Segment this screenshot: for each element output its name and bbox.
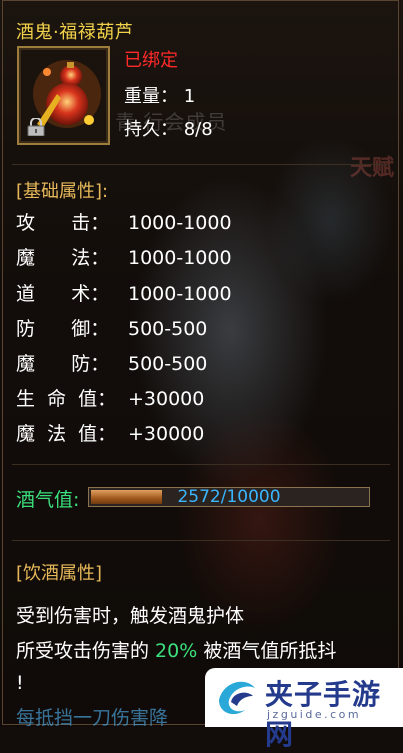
item-weight: 重量： 1 <box>124 86 196 107</box>
description-text: 所受攻击伤害的 <box>16 640 156 662</box>
wine-value-label: 酒气值: <box>16 489 80 511</box>
attr-row: 道 术： 1000-1000 <box>16 282 232 306</box>
brand-logo-icon <box>219 681 255 715</box>
attr-value: +30000 <box>128 388 205 410</box>
wine-progress-text: 2572/10000 <box>177 487 281 507</box>
description-text: 被酒气值所抵抖 <box>197 640 337 662</box>
description-line: 受到伤害时，触发酒鬼护体 <box>16 605 245 627</box>
attr-label: 魔 法： <box>16 247 110 269</box>
divider <box>12 540 390 541</box>
item-durability: 持久： 8/8 <box>124 119 213 140</box>
attr-row: 魔 法： 1000-1000 <box>16 246 232 270</box>
attr-value: +30000 <box>128 423 205 445</box>
bound-status: 已绑定 <box>124 50 178 71</box>
attr-row: 魔 法 值： +30000 <box>16 422 204 446</box>
attr-value: 1000-1000 <box>128 283 232 305</box>
attr-label: 魔 防： <box>16 353 110 375</box>
attr-label: 生 命 值： <box>16 388 117 410</box>
brand-url: jzguide.com <box>267 708 362 721</box>
attr-row: 攻 击： 1000-1000 <box>16 211 232 235</box>
description-line: 每抵挡一刀伤害降 <box>16 707 169 729</box>
attr-value: 1000-1000 <box>128 247 232 269</box>
description-percent: 20% <box>155 640 198 662</box>
item-icon-slot[interactable] <box>17 46 110 145</box>
attr-row: 防 御： 500-500 <box>16 317 207 341</box>
base-attributes-heading: [基础属性]: <box>16 181 109 202</box>
attr-label: 魔 法 值： <box>16 423 117 445</box>
attr-value: 500-500 <box>128 353 208 375</box>
description-line: ! <box>16 672 24 694</box>
attr-label: 攻 击： <box>16 212 110 234</box>
attr-label: 防 御： <box>16 318 110 340</box>
attr-row: 魔 防： 500-500 <box>16 352 207 376</box>
attr-label: 道 术： <box>16 283 110 305</box>
drink-attributes-heading: [饮酒属性] <box>16 563 103 584</box>
attr-value: 1000-1000 <box>128 212 232 234</box>
attr-value: 500-500 <box>128 318 208 340</box>
divider <box>12 164 390 165</box>
site-watermark: 夹子手游网 jzguide.com <box>205 668 403 751</box>
item-title: 酒鬼·福禄葫芦 <box>16 22 134 43</box>
side-tab-watermark: 天赋 <box>350 156 395 181</box>
wine-progress-bar: 2572/10000 <box>88 487 370 507</box>
attr-row: 生 命 值： +30000 <box>16 387 204 411</box>
divider <box>12 464 390 465</box>
lock-icon <box>27 118 45 136</box>
description-line: 所受攻击伤害的 20% 被酒气值所抵抖 <box>16 636 336 663</box>
